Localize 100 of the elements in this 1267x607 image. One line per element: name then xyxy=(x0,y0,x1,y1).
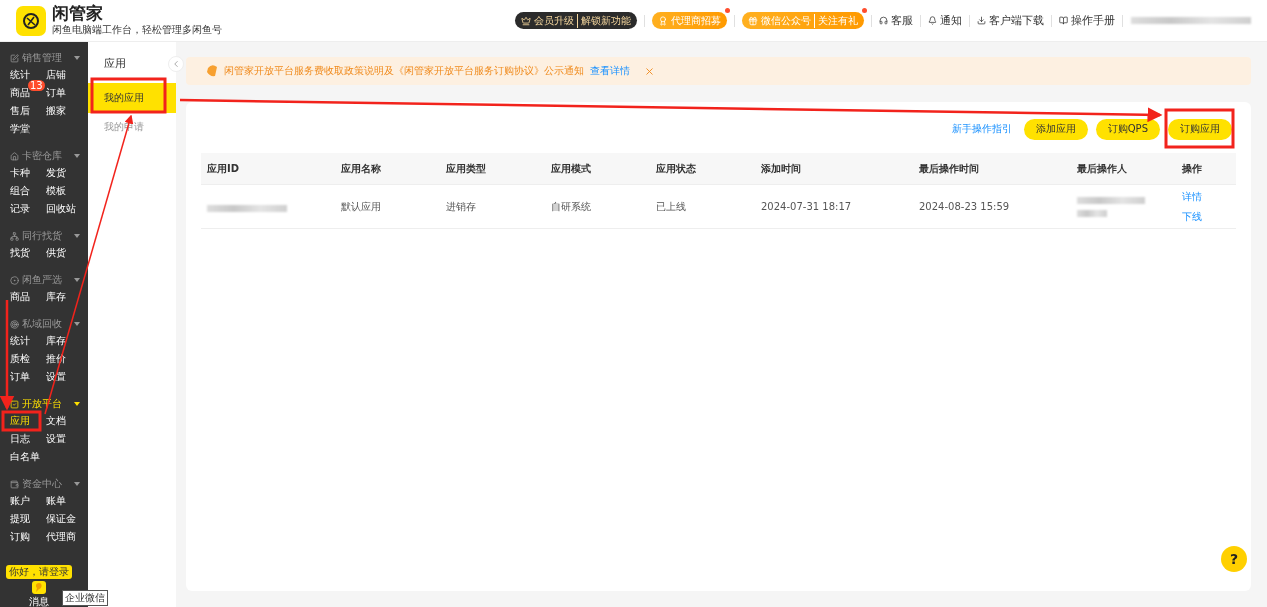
megaphone-icon xyxy=(206,64,218,78)
sidebar-item[interactable]: 提现 xyxy=(10,510,30,528)
caret-icon xyxy=(74,482,80,486)
logo-subtitle: 闲鱼电脑端工作台，轻松管理多闲鱼号 xyxy=(52,23,222,37)
message-icon[interactable] xyxy=(32,581,46,594)
medal-icon xyxy=(658,15,668,26)
sidebar-item[interactable]: 应用 xyxy=(10,412,30,430)
menu-group-title[interactable]: 销售管理 xyxy=(10,50,88,66)
menu-group-title[interactable]: 私域回收 xyxy=(10,316,88,332)
column-header: 应用名称 xyxy=(341,161,382,176)
menu-group-title[interactable]: 同行找货 xyxy=(10,228,88,244)
logo-title: 闲管家 xyxy=(52,4,104,23)
count-badge: 13 xyxy=(28,80,45,91)
group-icon xyxy=(10,399,19,409)
header-link[interactable]: 客户端下载 xyxy=(970,13,1051,28)
sidebar-item[interactable]: 账户 xyxy=(10,492,30,510)
sidebar-item[interactable]: 学堂 xyxy=(10,120,30,138)
table-cell-text: 已上线 xyxy=(656,199,687,214)
group-icon xyxy=(10,53,19,63)
table-cell-text: 进销存 xyxy=(446,199,477,214)
column-header: 操作 xyxy=(1182,161,1203,176)
caret-icon xyxy=(74,56,80,60)
tooltip: 企业微信 xyxy=(62,590,108,606)
menu-group-title[interactable]: 卡密仓库 xyxy=(10,148,88,164)
sidebar-item[interactable]: 设置 xyxy=(46,368,66,386)
sidebar-item[interactable]: 保证金 xyxy=(46,510,76,528)
close-icon[interactable] xyxy=(644,65,655,77)
notice-text: 闲管家开放平台服务费收取政策说明及《闲管家开放平台服务订购协议》公示通知 xyxy=(224,64,584,78)
sidebar-item[interactable]: 代理商 xyxy=(46,528,76,546)
download-icon xyxy=(977,16,986,25)
caret-icon xyxy=(74,154,80,158)
column-header: 应用状态 xyxy=(656,161,697,176)
sidebar-item[interactable]: 卡种 xyxy=(10,164,30,182)
sidebar-item[interactable]: 售后 xyxy=(10,102,30,120)
sidebar-item[interactable]: 店铺 xyxy=(46,66,66,84)
sidebar-item[interactable]: 商品 xyxy=(10,288,30,306)
login-tip[interactable]: 你好，请登录 xyxy=(6,565,72,579)
message-label: 消息 xyxy=(29,596,49,607)
redacted-operator xyxy=(1077,209,1107,217)
highlight-frame xyxy=(1,410,42,432)
header-link[interactable]: 操作手册 xyxy=(1052,13,1122,28)
crown-icon xyxy=(521,15,531,26)
sidebar-item[interactable]: 订购 xyxy=(10,528,30,546)
sidebar-item[interactable]: 找货 xyxy=(10,244,30,262)
column-header: 最后操作人 xyxy=(1077,161,1128,176)
sidebar-item[interactable]: 库存 xyxy=(46,332,66,350)
gift-icon xyxy=(748,15,758,26)
sidebar-item[interactable]: 供货 xyxy=(46,244,66,262)
table-cell-text: 2024-08-23 15:59 xyxy=(919,201,1011,212)
column-header: 应用类型 xyxy=(446,161,487,176)
sidebar-item[interactable]: 文档 xyxy=(46,412,66,430)
caret-icon xyxy=(74,402,80,406)
column-header: 添加时间 xyxy=(761,161,802,176)
header-link[interactable]: 客服 xyxy=(872,13,920,28)
sidebar-item[interactable]: 订单 xyxy=(46,84,66,102)
sidebar-item[interactable]: 统计 xyxy=(10,66,30,84)
group-icon xyxy=(10,319,19,329)
sidebar-item[interactable]: 日志 xyxy=(10,430,30,448)
sidebar-item[interactable]: 回收站 xyxy=(46,200,76,218)
sidebar-item[interactable]: 商品 xyxy=(10,84,30,102)
group-icon xyxy=(10,231,19,241)
logo-icon xyxy=(16,5,46,36)
column-header: 应用模式 xyxy=(551,161,592,176)
caret-icon xyxy=(74,278,80,282)
group-icon xyxy=(10,479,19,489)
chevron-left-icon xyxy=(171,59,181,69)
sidebar-item[interactable]: 组合 xyxy=(10,182,30,200)
sidebar-item[interactable]: 记录 xyxy=(10,200,30,218)
action-button[interactable]: 订购应用 xyxy=(1168,118,1232,140)
column-header: 应用ID xyxy=(207,161,241,176)
sidebar-item[interactable]: 库存 xyxy=(46,288,66,306)
caret-icon xyxy=(74,234,80,238)
sidebar-item[interactable]: 白名单 xyxy=(10,448,40,466)
sidebar-item[interactable]: 统计 xyxy=(10,332,30,350)
group-icon xyxy=(10,151,19,161)
collapse-button[interactable] xyxy=(168,56,184,72)
menu-group-title[interactable]: 资金中心 xyxy=(10,476,88,492)
action-button[interactable]: 添加应用 xyxy=(1023,118,1088,140)
table-cell-text: 2024-07-31 18:17 xyxy=(761,201,853,212)
group-icon xyxy=(10,275,19,285)
sidebar-item[interactable]: 设置 xyxy=(46,430,66,448)
bell-icon xyxy=(928,16,937,25)
sidebar-item[interactable]: 模板 xyxy=(46,182,66,200)
table-cell-text: 默认应用 xyxy=(341,199,382,214)
sidebar-item[interactable]: 订单 xyxy=(10,368,30,386)
book-icon xyxy=(1059,16,1068,25)
menu-group-title[interactable]: 闲鱼严选 xyxy=(10,272,88,288)
sidebar-item[interactable]: 账单 xyxy=(46,492,66,510)
sidebar-item[interactable]: 发货 xyxy=(46,164,66,182)
sidebar-item[interactable]: 搬家 xyxy=(46,102,66,120)
column-header: 最后操作时间 xyxy=(919,161,980,176)
promo-badge[interactable]: 会员升级 解锁新功能 xyxy=(515,12,637,29)
header-link[interactable]: 通知 xyxy=(921,13,969,28)
subnav-title: 应用 xyxy=(103,56,127,71)
table-cell-text: 自研系统 xyxy=(551,199,592,214)
headset-icon xyxy=(879,16,888,25)
sidebar-item[interactable]: 质检 xyxy=(10,350,30,368)
highlight-frame xyxy=(1164,108,1235,149)
action-button[interactable]: 订购QPS xyxy=(1095,118,1160,140)
caret-icon xyxy=(74,322,80,326)
